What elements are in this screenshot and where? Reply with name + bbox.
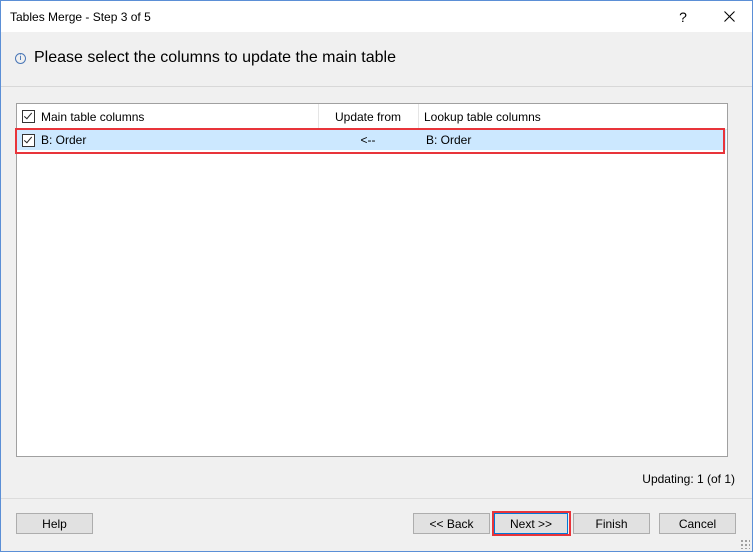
info-icon: i: [15, 53, 26, 64]
help-title-button[interactable]: ?: [660, 1, 706, 32]
row-lookup-cell: B: Order: [418, 130, 726, 150]
row-update-from-cell: <--: [318, 130, 418, 150]
table-row[interactable]: B: Order <-- B: Order: [17, 130, 726, 150]
column-header-update-from[interactable]: Update from: [318, 104, 419, 129]
footer-divider: [1, 498, 752, 499]
column-header-update-from-label: Update from: [334, 109, 402, 124]
close-button[interactable]: [706, 1, 752, 32]
step-instruction: Please select the columns to update the …: [34, 49, 396, 66]
list-header: Main table columns Update from Lookup ta…: [17, 104, 727, 130]
window-title: Tables Merge - Step 3 of 5: [10, 10, 151, 24]
cancel-button[interactable]: Cancel: [659, 513, 736, 534]
row-main-cell: B: Order: [17, 130, 318, 150]
status-text: Updating: 1 (of 1): [642, 472, 735, 486]
select-all-checkbox[interactable]: [22, 110, 35, 123]
column-header-main-label: Main table columns: [41, 109, 145, 124]
row-main-value: B: Order: [41, 133, 87, 147]
resize-grip-icon[interactable]: [740, 539, 750, 549]
question-icon: ?: [679, 8, 687, 25]
dialog-window: Tables Merge - Step 3 of 5 ? i Please se…: [0, 0, 753, 552]
close-icon: [723, 11, 735, 22]
next-button[interactable]: Next >>: [494, 513, 568, 534]
column-header-lookup-label: Lookup table columns: [424, 109, 541, 124]
columns-list-view[interactable]: Main table columns Update from Lookup ta…: [16, 103, 728, 457]
header-divider: [1, 86, 752, 87]
row-checkbox[interactable]: [22, 133, 35, 147]
back-button[interactable]: << Back: [413, 513, 490, 534]
finish-button[interactable]: Finish: [573, 513, 650, 534]
title-bar: Tables Merge - Step 3 of 5 ?: [1, 1, 752, 32]
column-header-main[interactable]: Main table columns: [17, 104, 319, 129]
row-lookup-value: B: Order: [426, 133, 472, 147]
column-header-lookup[interactable]: Lookup table columns: [418, 104, 726, 129]
help-button[interactable]: Help: [16, 513, 93, 534]
row-update-from-value: <--: [360, 133, 376, 147]
